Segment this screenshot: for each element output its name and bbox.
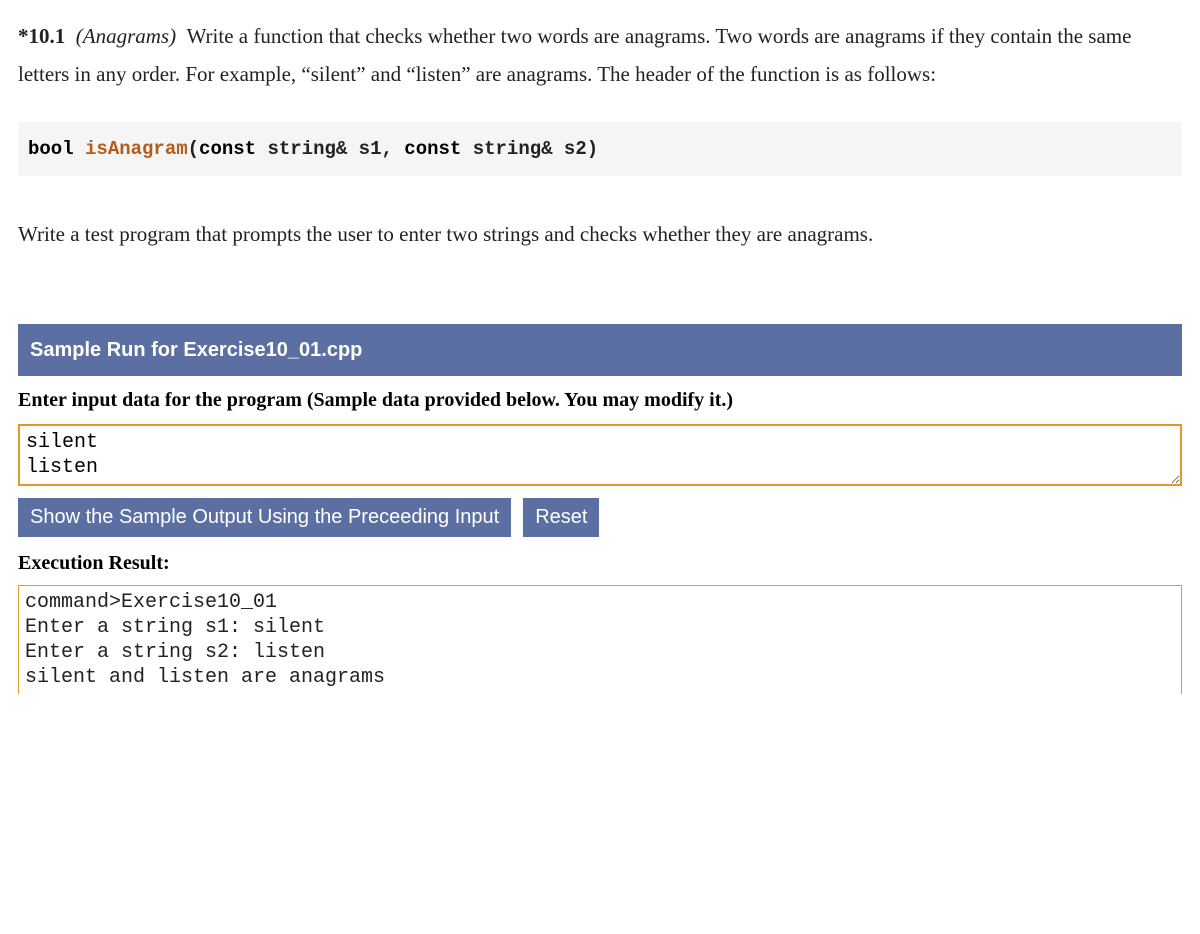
sample-input-textarea[interactable] (18, 424, 1182, 486)
code-args-1: string& s1, (256, 138, 404, 160)
code-keyword-const-1: const (199, 138, 256, 160)
problem-paragraph-1: *10.1 (Anagrams) Write a function that c… (18, 18, 1182, 94)
show-output-button[interactable]: Show the Sample Output Using the Preceed… (18, 498, 511, 537)
button-row: Show the Sample Output Using the Preceed… (18, 498, 1182, 537)
code-keyword-const-2: const (404, 138, 461, 160)
code-open-paren: ( (188, 138, 199, 160)
reset-button[interactable]: Reset (523, 498, 599, 537)
exercise-title: (Anagrams) (76, 24, 176, 48)
execution-output: command>Exercise10_01 Enter a string s1:… (18, 585, 1182, 694)
sample-run-header: Sample Run for Exercise10_01.cpp (18, 324, 1182, 376)
code-function-name: isAnagram (85, 138, 188, 160)
code-args-2: string& s2) (461, 138, 598, 160)
exercise-number: *10.1 (18, 24, 65, 48)
problem-paragraph-2: Write a test program that prompts the us… (18, 216, 1182, 254)
input-instruction: Enter input data for the program (Sample… (18, 382, 1182, 418)
execution-result-label: Execution Result: (18, 545, 1182, 581)
code-keyword-bool: bool (28, 138, 74, 160)
function-signature-code: bool isAnagram(const string& s1, const s… (18, 122, 1182, 177)
